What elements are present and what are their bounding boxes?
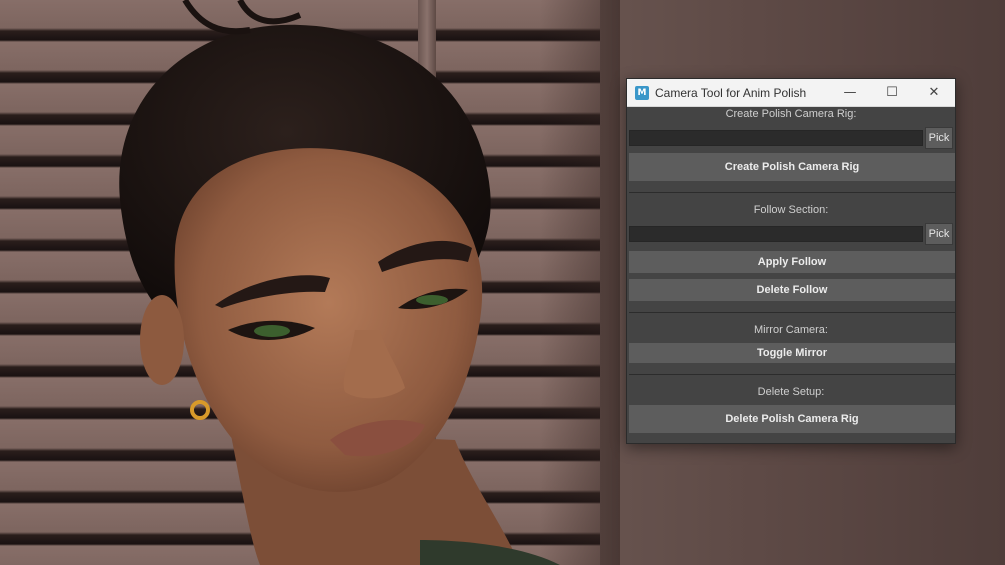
close-icon: ✕ [928,85,940,100]
rig-pick-button[interactable]: Pick [925,127,953,149]
divider [629,374,955,375]
toggle-mirror-button[interactable]: Toggle Mirror [629,343,955,363]
delete-rig-button[interactable]: Delete Polish Camera Rig [629,405,955,433]
create-rig-button[interactable]: Create Polish Camera Rig [629,153,955,181]
follow-target-field[interactable] [629,226,923,242]
rig-camera-field[interactable] [629,130,923,146]
divider [629,192,955,193]
follow-pick-row: Pick [629,223,953,245]
close-button[interactable]: ✕ [913,79,955,106]
divider [629,312,955,313]
window-titlebar[interactable]: M Camera Tool for Anim Polish — ☐ ✕ [627,79,955,107]
rig-section-label: Create Polish Camera Rig: [725,108,857,120]
window-title: Camera Tool for Anim Polish [655,85,807,100]
maya-app-icon: M [635,85,649,100]
earring [190,400,210,420]
rig-pick-row: Pick [629,127,953,149]
maximize-icon: ☐ [886,85,898,100]
follow-section-label: Follow Section: [753,204,829,216]
apply-follow-button[interactable]: Apply Follow [629,251,955,273]
delete-follow-button[interactable]: Delete Follow [629,279,955,301]
tool-body: Create Polish Camera Rig: Pick Create Po… [627,107,955,433]
delete-section-label: Delete Setup: [757,386,825,398]
minimize-button[interactable]: — [829,79,871,106]
maximize-button[interactable]: ☐ [871,79,913,106]
follow-pick-button[interactable]: Pick [925,223,953,245]
camera-tool-window: M Camera Tool for Anim Polish — ☐ ✕ Crea… [626,78,956,444]
mirror-section-label: Mirror Camera: [754,324,828,336]
character-ear [140,295,184,385]
minimize-icon: — [843,85,857,100]
